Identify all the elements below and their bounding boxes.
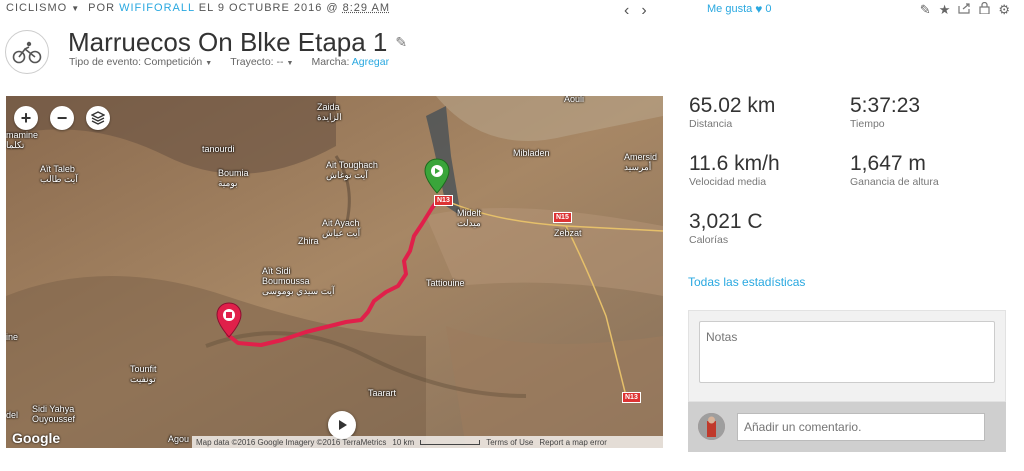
like-button[interactable]: Me gusta ♥ 0 [707, 2, 772, 16]
activity-type-label: CICLISMO [6, 2, 68, 14]
place-label: Ait Ayach آيت عياش [322, 218, 361, 238]
distance-value: 65.02 km [689, 94, 776, 117]
date-prefix: EL 9 OCTUBRE 2016 @ [198, 2, 339, 14]
star-icon[interactable]: ★ [939, 2, 951, 18]
place-label: tanourdi [202, 144, 235, 154]
place-label: Zaida الزايدة [317, 102, 342, 122]
place-label: Aït Sidi Boumoussa آيت سيدي بوموسى [262, 266, 335, 296]
all-stats-link[interactable]: Todas las estadísticas [688, 275, 805, 289]
stat-elevation: 1,647 m Ganancia de altura [850, 152, 939, 188]
layers-icon [91, 111, 105, 125]
activity-meta: Tipo de evento: Competición ▼ Trayecto: -… [69, 56, 389, 68]
likes-count: 0 [765, 3, 772, 15]
next-activity-icon[interactable]: › [641, 2, 646, 20]
cycling-activity-icon [5, 30, 49, 74]
place-label: Boumia بومية [218, 168, 249, 188]
map-scale-label: 10 km [392, 437, 415, 447]
road-badge: N15 [553, 212, 572, 223]
comment-input[interactable] [737, 413, 985, 441]
place-label: mamine تكلما [6, 130, 39, 150]
add-gear-link[interactable]: Agregar [352, 56, 389, 68]
edit-title-pencil-icon[interactable]: ✎ [395, 34, 407, 51]
start-marker[interactable] [424, 158, 450, 199]
calories-value: 3,021 C [689, 210, 763, 233]
road-badge: N13 [622, 392, 641, 403]
likes-label: Me gusta [707, 3, 753, 15]
place-label: del [6, 410, 19, 420]
place-label: ine [6, 332, 19, 342]
speed-value: 11.6 km/h [689, 152, 780, 175]
place-label: Taarart [368, 388, 397, 398]
start-time[interactable]: 8:29 AM [343, 2, 390, 14]
place-label: Zhira [298, 236, 319, 246]
activity-actions: ✎ ★ ⚙ [920, 1, 1010, 18]
route-map[interactable]: + − Zaida الزايدة Aouli Mibladen Amersid أ… [6, 96, 663, 448]
event-type-dropdown[interactable]: Tipo de evento: Competición ▼ [69, 56, 212, 68]
activity-header-bar: CICLISMO ▼ POR WIFIFORALL EL 9 OCTUBRE 2… [6, 2, 1024, 18]
place-label: Ait Toughach آيت توغاش [326, 160, 378, 180]
place-label: Tattiouine [426, 278, 465, 288]
map-attribution-bar: Map data ©2016 Google Imagery ©2016 Terr… [192, 436, 663, 448]
edit-pencil-icon[interactable]: ✎ [920, 2, 931, 18]
user-link[interactable]: WIFIFORALL [119, 2, 195, 14]
place-label: Aouli [564, 96, 585, 104]
elevation-label: Ganancia de altura [850, 176, 939, 188]
lock-icon[interactable] [979, 1, 990, 18]
map-layers-button[interactable] [86, 106, 110, 130]
report-error-link[interactable]: Report a map error [539, 438, 607, 447]
speed-label: Velocidad media [689, 176, 767, 188]
activity-type-dropdown[interactable]: CICLISMO ▼ [6, 2, 80, 14]
time-value: 5:37:23 [850, 94, 921, 117]
comment-panel [688, 402, 1006, 452]
play-flyby-button[interactable] [328, 411, 356, 439]
notes-field[interactable] [699, 321, 995, 383]
stat-time: 5:37:23 Tiempo [850, 94, 920, 130]
gear-field: Marcha: Agregar [311, 56, 390, 68]
place-label: Tounfit تونفيت [130, 364, 157, 384]
place-label: Amersid أمرسيد [624, 152, 658, 172]
terms-link[interactable]: Terms of Use [486, 438, 533, 447]
share-icon[interactable] [958, 2, 971, 18]
google-logo: Google [12, 430, 61, 446]
stat-speed: 11.6 km/h Velocidad media [689, 152, 780, 188]
zoom-in-button[interactable]: + [14, 106, 38, 130]
place-label: Mibladen [513, 148, 550, 158]
activity-nav: ‹ › [624, 2, 647, 20]
notes-panel [688, 310, 1006, 402]
map-scale-bar [420, 439, 481, 445]
play-icon [339, 420, 347, 430]
zoom-out-button[interactable]: − [50, 106, 74, 130]
calories-label: Calorías [689, 234, 729, 246]
place-label: Midelt ميدلت [457, 208, 482, 228]
course-dropdown[interactable]: Trayecto: -- ▼ [230, 56, 293, 68]
by-prefix: POR [88, 2, 116, 14]
stat-distance: 65.02 km Distancia [689, 94, 775, 130]
end-marker[interactable] [216, 302, 242, 343]
activity-title: Marruecos On Blke Etapa 1 ✎ [68, 27, 407, 58]
caret-down-icon: ▼ [286, 60, 294, 67]
heart-icon: ♥ [755, 2, 763, 16]
avatar [698, 413, 725, 440]
time-label: Tiempo [850, 118, 885, 130]
gear-icon[interactable]: ⚙ [998, 2, 1010, 18]
place-label: Zebzat [554, 228, 582, 238]
place-label: Agou [168, 434, 190, 444]
place-label: Aït Taleb آيت طالب [40, 164, 78, 184]
stat-calories: 3,021 C Calorías [689, 210, 763, 246]
map-attribution: Map data ©2016 Google Imagery ©2016 Terr… [196, 437, 387, 447]
elevation-value: 1,647 m [850, 152, 926, 175]
place-label: Sidi Yahya Ouyoussef [32, 404, 76, 424]
prev-activity-icon[interactable]: ‹ [624, 2, 629, 20]
distance-label: Distancia [689, 118, 733, 130]
caret-down-icon: ▼ [205, 60, 213, 67]
activity-title-text: Marruecos On Blke Etapa 1 [68, 27, 388, 57]
caret-down-icon: ▼ [71, 3, 81, 13]
